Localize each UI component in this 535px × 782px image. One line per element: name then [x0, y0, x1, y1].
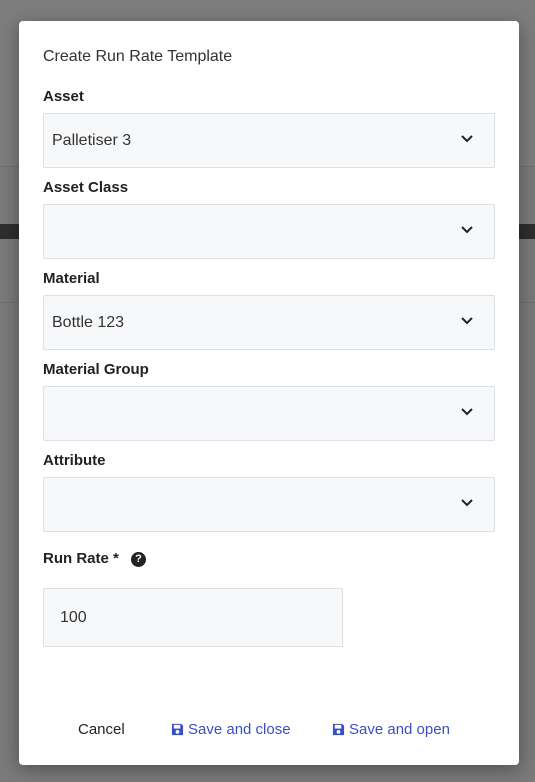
- chevron-down-icon: [461, 135, 473, 143]
- run-rate-label: Run Rate *: [43, 550, 119, 567]
- chevron-down-icon: [461, 499, 473, 507]
- save-and-open-label: Save and open: [349, 721, 450, 738]
- material-select[interactable]: Bottle 123: [43, 295, 495, 350]
- dialog-title: Create Run Rate Template: [43, 48, 233, 65]
- asset-class-select[interactable]: [43, 204, 495, 259]
- chevron-down-icon: [461, 408, 473, 416]
- attribute-select[interactable]: [43, 477, 495, 532]
- material-value: Bottle 123: [52, 314, 125, 331]
- save-icon: [332, 723, 345, 736]
- cancel-button[interactable]: Cancel: [78, 721, 125, 738]
- question-circle-icon[interactable]: ?: [131, 552, 146, 567]
- material-group-select[interactable]: [43, 386, 495, 441]
- run-rate-input[interactable]: [43, 588, 343, 647]
- asset-class-label: Asset Class: [43, 179, 129, 196]
- material-group-label: Material Group: [43, 361, 149, 378]
- save-icon: [171, 723, 184, 736]
- save-and-close-button[interactable]: Save and close: [171, 721, 291, 738]
- attribute-label: Attribute: [43, 452, 106, 469]
- save-and-close-label: Save and close: [188, 721, 291, 738]
- create-run-rate-dialog: Create Run Rate Template Asset Palletise…: [19, 21, 519, 765]
- asset-value: Palletiser 3: [52, 132, 132, 149]
- asset-label: Asset: [43, 88, 84, 105]
- chevron-down-icon: [461, 317, 473, 325]
- save-and-open-button[interactable]: Save and open: [332, 721, 450, 738]
- cancel-label: Cancel: [78, 721, 125, 738]
- material-label: Material: [43, 270, 100, 287]
- asset-select[interactable]: Palletiser 3: [43, 113, 495, 168]
- chevron-down-icon: [461, 226, 473, 234]
